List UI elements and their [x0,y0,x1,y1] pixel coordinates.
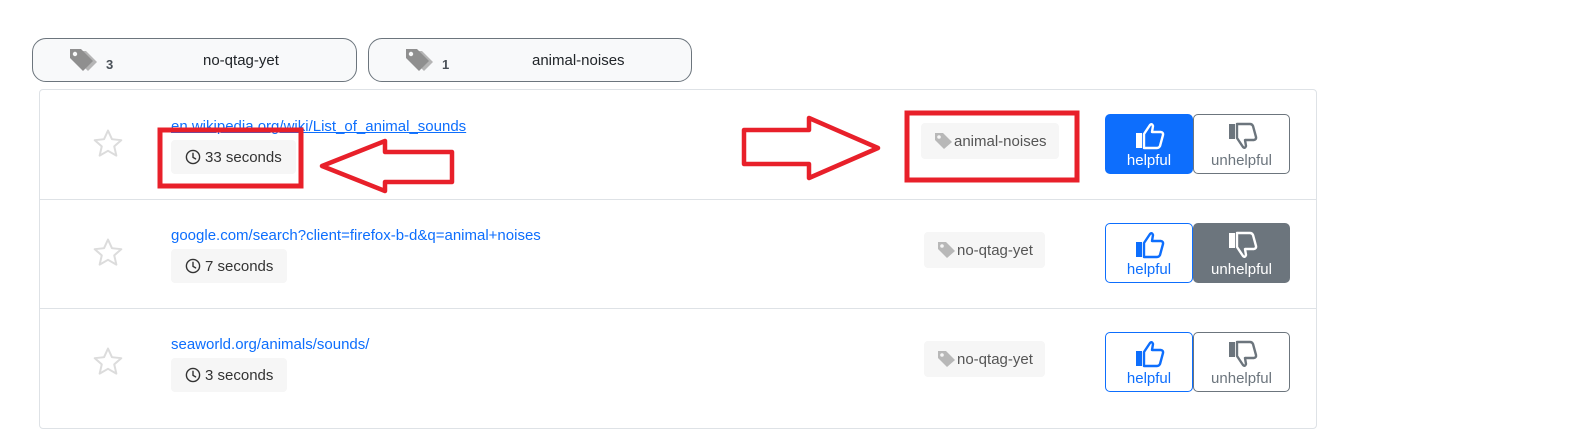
result-tag-label: no-qtag-yet [957,241,1033,259]
thumbs-up-icon [1136,341,1165,368]
thumbs-up-icon [1136,123,1165,150]
helpful-label: helpful [1126,370,1172,387]
thumbs-up-icon [1136,232,1165,259]
helpful-button[interactable]: helpful [1105,223,1193,283]
thumbs-down-icon [1228,231,1257,258]
tag-filter-count: 3 [106,57,114,72]
time-spent: 33 seconds [171,140,296,174]
star-outline-icon[interactable] [91,236,125,270]
tag-filter-count: 1 [442,57,450,72]
result-tag-label: no-qtag-yet [957,350,1033,368]
tags-icon [70,49,97,71]
thumbs-down-icon [1228,340,1257,367]
tag-filter-animal-noises[interactable]: 1 animal-noises [368,38,692,82]
list-item: en.wikipedia.org/wiki/List_of_animal_sou… [40,90,1316,200]
result-tag[interactable]: no-qtag-yet [924,341,1045,377]
clock-icon [185,149,201,165]
clock-icon [185,367,201,383]
tag-filter-no-qtag-yet[interactable]: 3 no-qtag-yet [32,38,357,82]
unhelpful-button[interactable]: unhelpful [1193,332,1290,392]
result-tag[interactable]: animal-noises [921,123,1059,159]
results-list: en.wikipedia.org/wiki/List_of_animal_sou… [39,89,1317,429]
time-spent: 3 seconds [171,358,288,392]
helpful-button[interactable]: helpful [1105,332,1193,392]
tag-icon [938,351,955,367]
list-item: google.com/search?client=firefox-b-d&q=a… [40,199,1316,309]
time-spent: 7 seconds [171,249,288,283]
helpful-label: helpful [1126,152,1172,169]
unhelpful-button[interactable]: unhelpful [1193,114,1290,174]
time-text: 7 seconds [205,257,274,275]
star-outline-icon[interactable] [91,345,125,379]
tag-filter-label: no-qtag-yet [203,52,279,69]
unhelpful-button[interactable]: unhelpful [1193,223,1290,283]
helpful-label: helpful [1126,261,1172,278]
list-item: seaworld.org/animals/sounds/ 3 seconds n… [40,308,1316,417]
star-outline-icon[interactable] [91,127,125,161]
unhelpful-label: unhelpful [1211,152,1272,169]
result-link[interactable]: seaworld.org/animals/sounds/ [171,336,369,353]
helpful-button[interactable]: helpful [1105,114,1193,174]
unhelpful-label: unhelpful [1211,261,1272,278]
time-text: 33 seconds [205,148,282,166]
clock-icon [185,258,201,274]
tag-icon [935,133,952,149]
time-text: 3 seconds [205,366,274,384]
result-link[interactable]: en.wikipedia.org/wiki/List_of_animal_sou… [171,118,466,135]
unhelpful-label: unhelpful [1211,370,1272,387]
thumbs-down-icon [1228,122,1257,149]
tag-filter-label: animal-noises [532,52,625,69]
result-tag-label: animal-noises [954,132,1047,150]
result-tag[interactable]: no-qtag-yet [924,232,1045,268]
result-link[interactable]: google.com/search?client=firefox-b-d&q=a… [171,227,541,244]
tags-icon [406,49,433,71]
tag-icon [938,242,955,258]
